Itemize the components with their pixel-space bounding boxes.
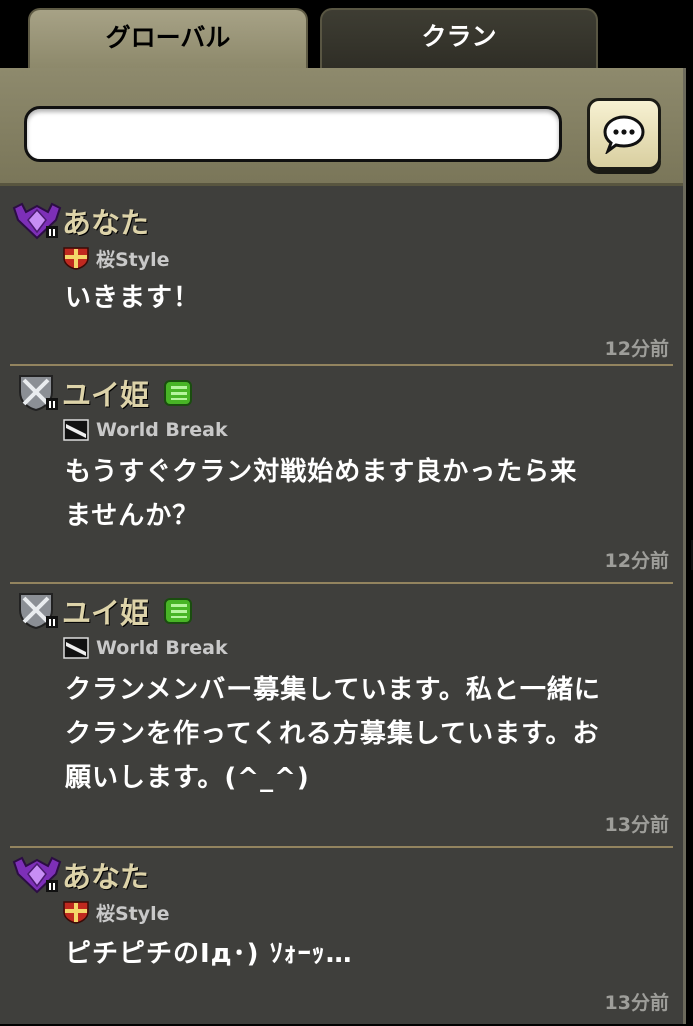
black-white-emblem-icon — [63, 637, 89, 659]
chat-message: ユイ姫 World Break クランメンバー募集しています。私と一緒に クラン… — [10, 586, 673, 848]
purple-shield-icon — [12, 202, 62, 240]
clan-name[interactable]: 桜Style — [96, 245, 170, 272]
chat-input[interactable] — [24, 106, 562, 162]
clan-row: 桜Style — [62, 898, 170, 926]
clan-row: 桜Style — [62, 244, 170, 272]
purple-shield-icon — [12, 856, 62, 894]
user-name[interactable]: あなた — [62, 854, 149, 896]
user-name[interactable]: ユイ姫 — [62, 372, 149, 414]
message-text: もうすぐクラン対戦始めます良かったら来 ませんか？ — [65, 457, 578, 531]
chat-input-bar — [0, 68, 683, 186]
red-cross-shield-icon — [63, 901, 89, 924]
chat-message: あなた 桜Style いきます！ 12分前 — [10, 196, 673, 366]
tab-global-label: グローバル — [105, 23, 231, 52]
chat-panel: あなた 桜Style いきます！ 12分前 ユイ姫 World Break もう… — [0, 68, 686, 1024]
tab-clan[interactable]: クラン — [320, 8, 598, 72]
message-time: 13分前 — [604, 992, 669, 1014]
send-button[interactable] — [587, 98, 661, 170]
tab-clan-label: クラン — [421, 22, 497, 51]
silver-shield-icon — [19, 375, 58, 412]
user-name[interactable]: ユイ姫 — [62, 590, 149, 632]
clan-name[interactable]: World Break — [96, 419, 228, 441]
red-cross-shield-icon — [63, 247, 89, 270]
tab-bar: グローバル クラン — [0, 0, 693, 72]
chat-message: ユイ姫 World Break もうすぐクラン対戦始めます良かったら来 ませんか… — [10, 368, 673, 584]
message-text: いきます！ — [65, 283, 201, 313]
chat-message: あなた 桜Style ピチピチのIд･) ｿｫｰｯ… 13分前 — [10, 850, 673, 1026]
black-white-emblem-icon — [63, 419, 89, 441]
silver-shield-icon — [19, 593, 58, 630]
clan-name[interactable]: 桜Style — [96, 899, 170, 926]
speech-bubble-icon — [603, 115, 645, 154]
message-time: 12分前 — [604, 550, 669, 572]
user-name[interactable]: あなた — [62, 200, 149, 242]
clan-row: World Break — [62, 416, 228, 444]
clan-row: World Break — [62, 634, 228, 662]
level-badge-icon — [164, 380, 192, 406]
message-text: ピチピチのIд･) ｿｫｰｯ… — [65, 939, 353, 969]
tab-global[interactable]: グローバル — [28, 8, 308, 72]
level-badge-icon — [164, 598, 192, 624]
message-time: 13分前 — [604, 814, 669, 836]
message-time: 12分前 — [604, 338, 669, 360]
clan-name[interactable]: World Break — [96, 637, 228, 659]
message-text: クランメンバー募集しています。私と一緒に クランを作ってくれる方募集しています。… — [65, 675, 601, 793]
